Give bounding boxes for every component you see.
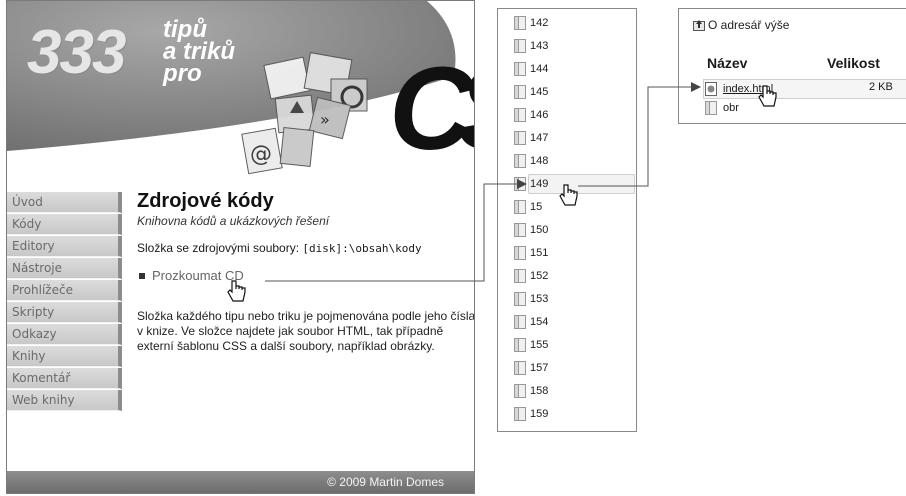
- arrow-browse-to-folder: [265, 179, 527, 282]
- arrow-folder-to-file: [578, 82, 701, 187]
- hand-cursor-icon: [758, 85, 777, 107]
- connector-arrows: [265, 82, 701, 282]
- hand-cursor-icon: [559, 184, 578, 206]
- hand-cursor-icon: [227, 280, 246, 302]
